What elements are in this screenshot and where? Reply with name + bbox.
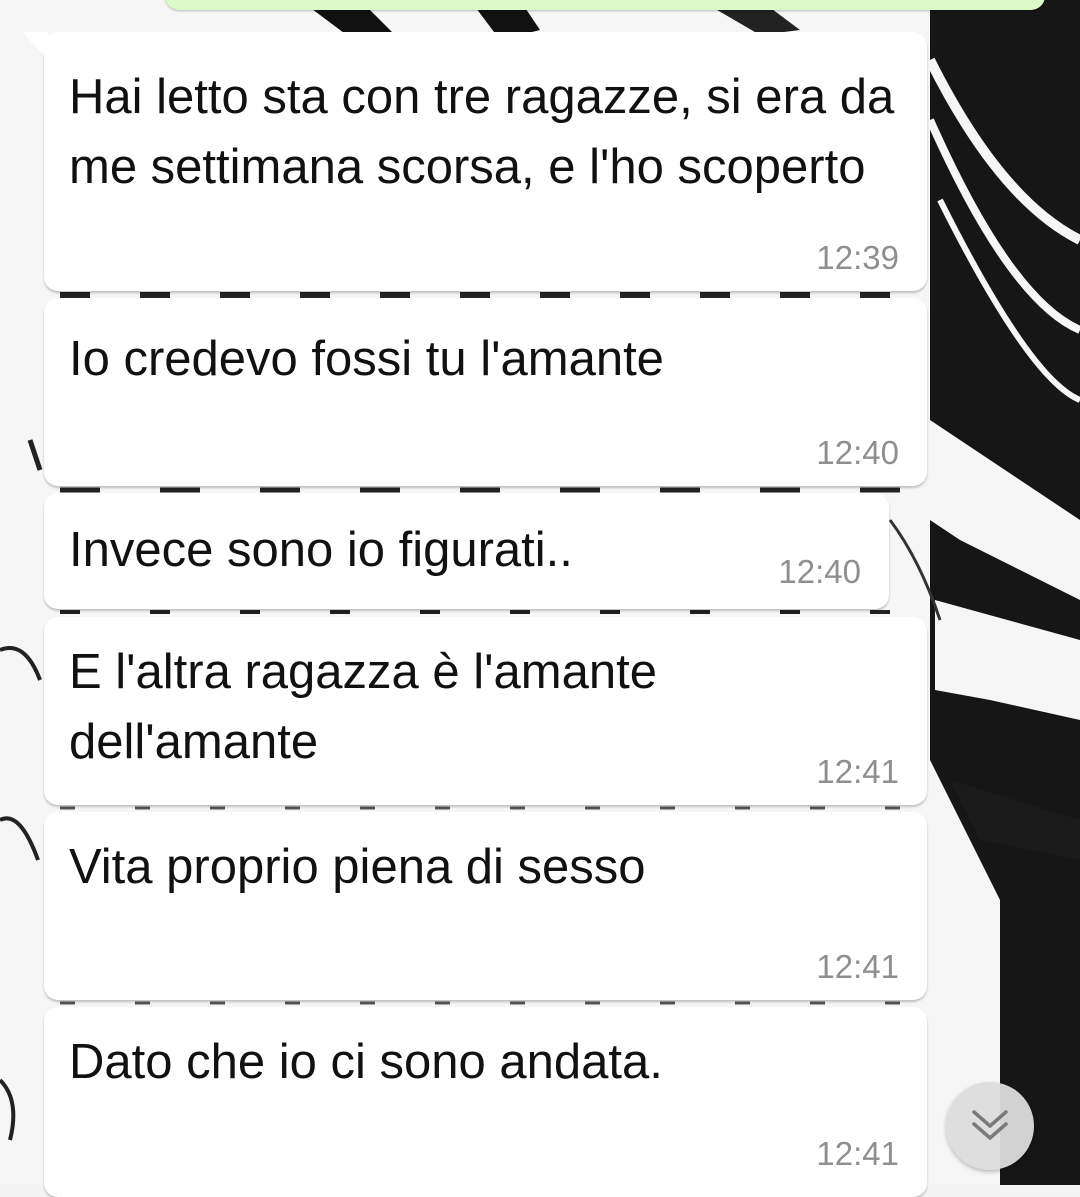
message-text: Vita proprio piena di sesso <box>69 840 646 894</box>
message-timestamp: 12:39 <box>816 239 899 276</box>
message-timestamp: 12:40 <box>778 553 861 590</box>
scroll-to-bottom-button[interactable] <box>946 1082 1034 1170</box>
message-text: Invece sono io figurati.. <box>69 523 573 577</box>
message-bubble[interactable]: Invece sono io figurati.. 12:40 <box>44 493 889 609</box>
chat-message-list[interactable]: Hai letto sta con tre ragazze, si era da… <box>0 0 1080 1197</box>
message-bubble[interactable]: Vita proprio piena di sesso 12:41 <box>44 812 927 1000</box>
message-text: E l'altra ragazza è l'amante dell'amante <box>69 645 671 769</box>
message-bubble[interactable]: Io credevo fossi tu l'amante 12:40 <box>44 298 927 486</box>
message-timestamp: 12:41 <box>816 948 899 985</box>
bubble-tail <box>22 32 48 60</box>
outgoing-message-bubble[interactable] <box>165 0 1045 10</box>
message-bubble[interactable]: Hai letto sta con tre ragazze, si era da… <box>22 32 927 291</box>
message-bubble[interactable]: E l'altra ragazza è l'amante dell'amante… <box>44 617 927 805</box>
message-text: Io credevo fossi tu l'amante <box>69 332 664 386</box>
message-timestamp: 12:41 <box>816 1135 899 1172</box>
message-timestamp: 12:41 <box>816 753 899 790</box>
message-bubble[interactable]: Dato che io ci sono andata. 12:41 <box>44 1007 927 1197</box>
message-text: Dato che io ci sono andata. <box>69 1035 663 1089</box>
message-timestamp: 12:40 <box>816 434 899 471</box>
double-chevron-down-icon <box>972 1110 1008 1140</box>
message-text: Hai letto sta con tre ragazze, si era da… <box>69 70 908 194</box>
